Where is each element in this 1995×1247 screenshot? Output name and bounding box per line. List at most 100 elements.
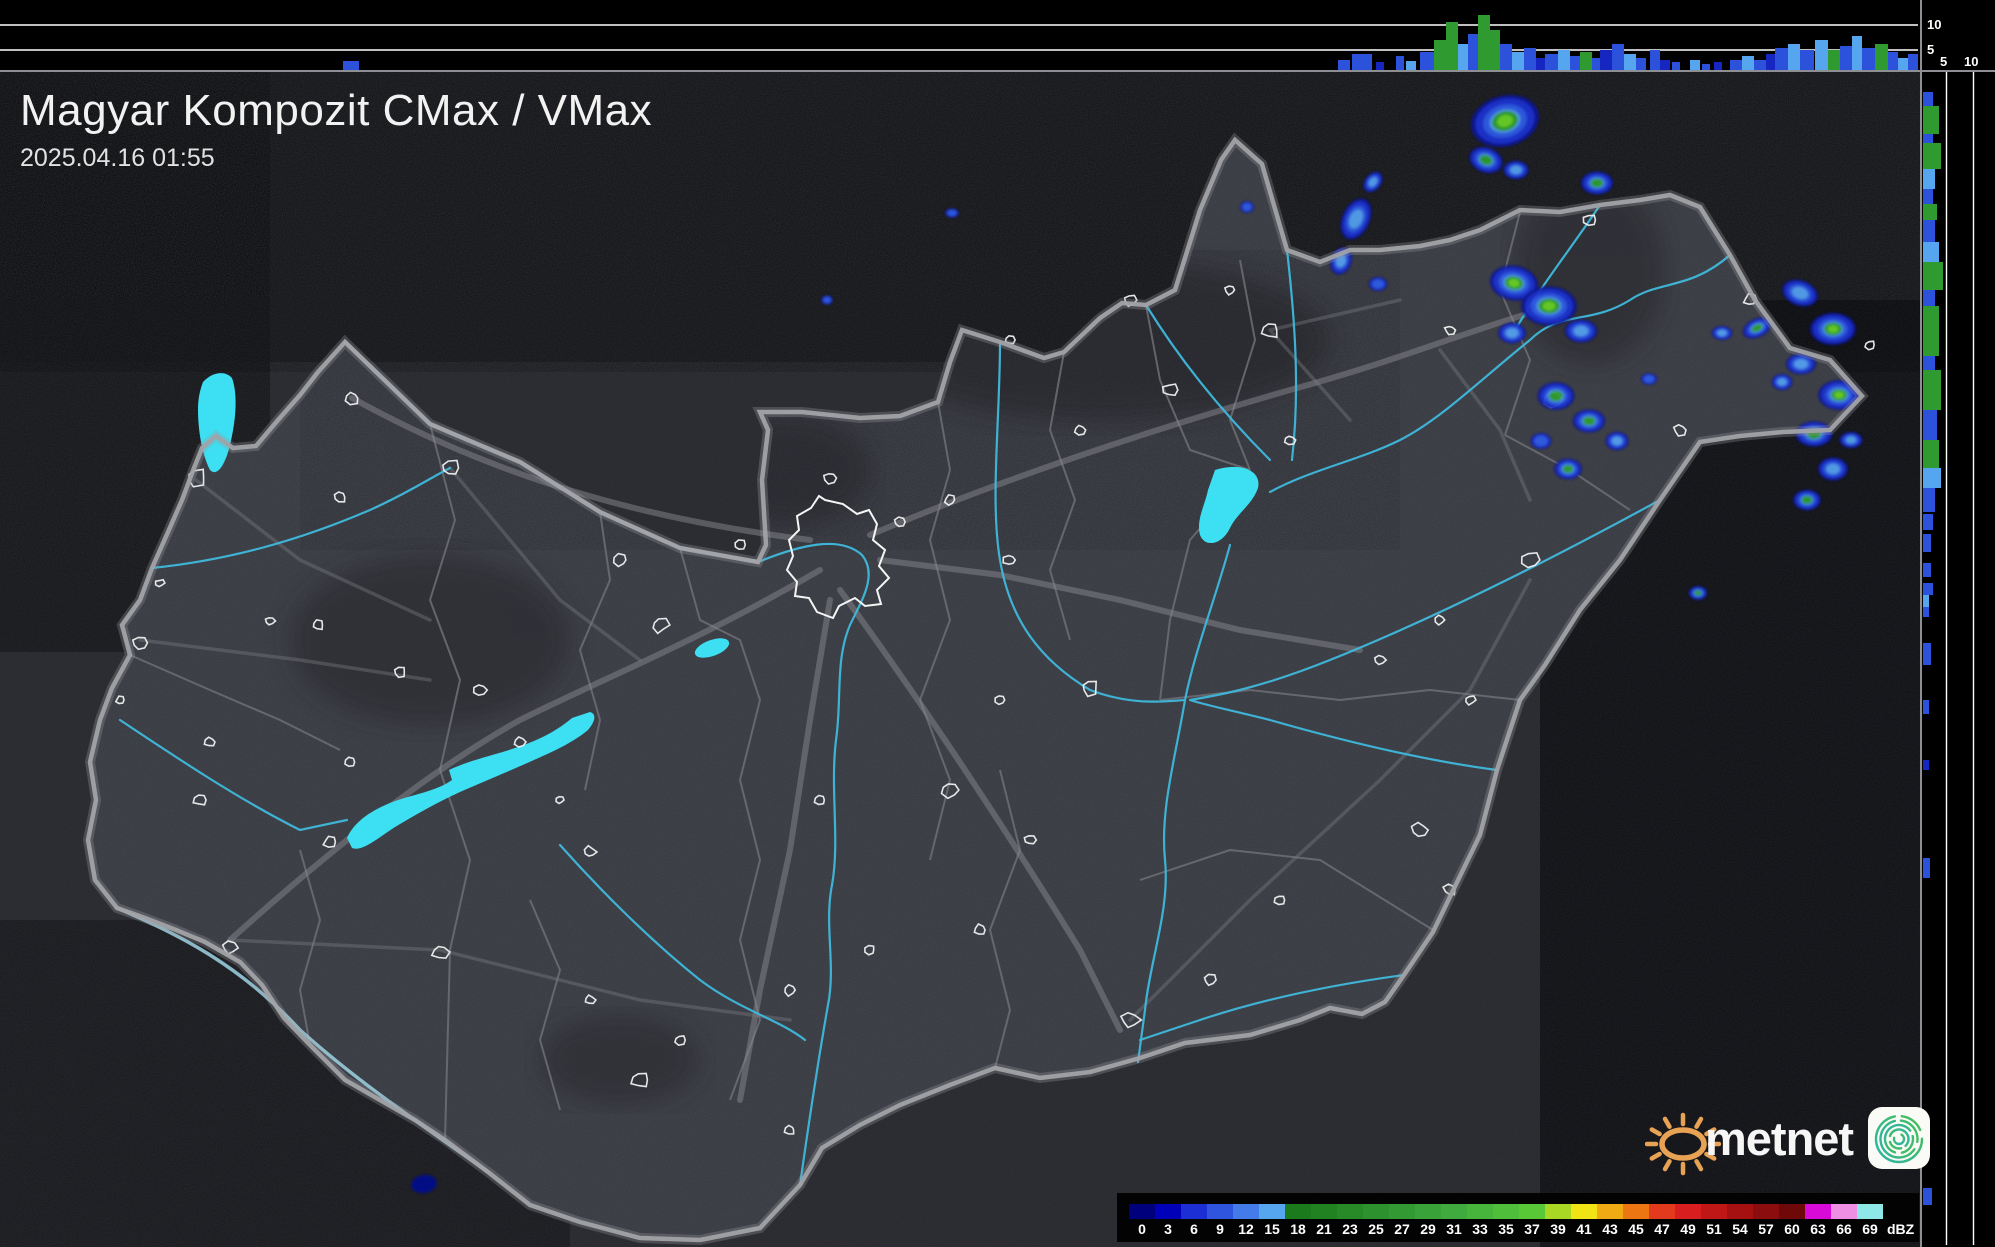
vmax-echo-bar <box>1923 106 1939 134</box>
vmax-top-panel <box>0 0 1920 72</box>
radar-echo-cell <box>1530 433 1552 449</box>
legend-swatch-18 <box>1285 1204 1311 1219</box>
legend-swatch-12 <box>1233 1204 1259 1219</box>
vmax-echo-bar <box>1923 440 1939 468</box>
legend-swatch-66 <box>1831 1204 1857 1219</box>
legend-tick-label: 29 <box>1420 1221 1436 1237</box>
legend-tick-label: 35 <box>1498 1221 1514 1237</box>
vmax-echo-bar <box>1923 468 1941 488</box>
legend-swatch-43 <box>1597 1204 1623 1219</box>
vmax-echo-bar <box>1660 60 1670 70</box>
vmax-echo-bar <box>1512 52 1524 70</box>
legend-swatch-31 <box>1441 1204 1467 1219</box>
legend-tick-label: 9 <box>1216 1221 1224 1237</box>
vmax-echo-bar <box>1458 44 1468 70</box>
legend-unit-label: dBZ <box>1887 1221 1915 1237</box>
legend-tick-label: 49 <box>1680 1221 1696 1237</box>
radar-echo-cell <box>821 295 833 305</box>
vmax-echo-bar <box>1352 54 1372 70</box>
vmax-echo-bar <box>1923 290 1935 306</box>
vmax-echo-bar <box>1702 64 1710 70</box>
legend-swatch-0 <box>1129 1204 1155 1219</box>
legend-tick-label: 31 <box>1446 1221 1462 1237</box>
right-axis-label-10: 10 <box>1964 54 1979 69</box>
legend-swatch-69 <box>1857 1204 1883 1219</box>
vmax-echo-bar <box>1923 488 1935 512</box>
legend-swatch-25 <box>1363 1204 1389 1219</box>
right-axis-label-5: 5 <box>1940 54 1948 69</box>
vmax-echo-bar <box>1923 134 1933 143</box>
legend-tick-label: 37 <box>1524 1221 1540 1237</box>
legend-tick-label: 0 <box>1138 1221 1146 1237</box>
legend-colorbar <box>1129 1204 1883 1219</box>
vmax-echo-bar <box>1636 58 1646 70</box>
timestamp: 2025.04.16 01:55 <box>20 144 215 172</box>
radar-echo-cell <box>1810 312 1856 346</box>
radar-echo-cell <box>1793 489 1821 511</box>
legend-swatch-47 <box>1649 1204 1675 1219</box>
vmax-echo-bar <box>1570 56 1580 70</box>
legend-swatch-15 <box>1259 1204 1285 1219</box>
top-axis-label-10: 10 <box>1927 17 1942 32</box>
vmax-echo-bar <box>1923 595 1929 607</box>
vmax-echo-bar <box>1742 56 1754 70</box>
radar-echo-cell <box>1839 432 1863 448</box>
vmax-echo-bar <box>1376 62 1384 70</box>
vmax-echo-bar <box>1396 56 1404 70</box>
vmax-echo-bar <box>1828 50 1840 70</box>
radar-echo-cell <box>1605 431 1629 451</box>
legend-swatch-9 <box>1207 1204 1233 1219</box>
legend-tick-label: 51 <box>1706 1221 1722 1237</box>
legend-tick-label: 39 <box>1550 1221 1566 1237</box>
vmax-echo-bar <box>1923 204 1937 220</box>
legend-tick-label: 18 <box>1290 1221 1306 1237</box>
vmax-echo-bar <box>1923 760 1929 770</box>
vmax-echo-bar <box>1852 36 1862 70</box>
vmax-right-echoes <box>1923 92 1943 1205</box>
radar-echo-cell <box>1368 277 1388 291</box>
vmax-echo-bar <box>1923 534 1931 552</box>
vmax-echo-bar <box>1923 262 1943 290</box>
vmax-echo-bar <box>1923 1188 1932 1205</box>
legend-swatch-54 <box>1727 1204 1753 1219</box>
legend-tick-label: 23 <box>1342 1221 1358 1237</box>
vmax-echo-bar <box>1754 60 1766 70</box>
legend-tick-label: 21 <box>1316 1221 1332 1237</box>
vmax-echo-bar <box>1592 58 1600 70</box>
radar-echo-cell <box>1503 160 1529 180</box>
vmax-echo-bar <box>1775 48 1788 70</box>
vmax-echo-bar <box>1923 242 1939 262</box>
vmax-echo-bar <box>1600 50 1612 70</box>
radar-echo-cell <box>1521 286 1577 326</box>
legend-tick-label: 63 <box>1810 1221 1826 1237</box>
radar-echo-cell <box>1572 409 1606 433</box>
vmax-echo-bar <box>1624 54 1636 70</box>
radar-echo-cell <box>1240 201 1254 213</box>
vmax-echo-bar <box>1478 15 1490 70</box>
vmax-echo-bar <box>1490 30 1500 70</box>
legend-swatch-33 <box>1467 1204 1493 1219</box>
legend-swatch-57 <box>1753 1204 1779 1219</box>
legend-tick-label: 47 <box>1654 1221 1670 1237</box>
vmax-echo-bar <box>1536 58 1545 70</box>
legend-tick-label: 69 <box>1862 1221 1878 1237</box>
vmax-echo-bar <box>1923 583 1933 595</box>
vmax-echo-bar <box>1468 34 1478 70</box>
legend-tick-label: 60 <box>1784 1221 1800 1237</box>
radar-echo-cell <box>1580 171 1614 195</box>
legend-tick-label: 12 <box>1238 1221 1254 1237</box>
vmax-echo-bar <box>1766 54 1775 70</box>
legend-tick-labels: dBZ 0 3 6 9 12 15 18 21 23 25 27 29 31 33 35 37 39 41 43 45… <box>1129 1221 1919 1239</box>
vmax-echo-bar <box>1923 643 1931 665</box>
vmax-echo-bar <box>1815 40 1828 70</box>
vmax-echo-bar <box>1923 700 1929 714</box>
vmax-echo-bar <box>1923 858 1930 878</box>
vmax-echo-bar <box>1923 607 1929 617</box>
legend-tick-label: 41 <box>1576 1221 1592 1237</box>
legend-swatch-6 <box>1181 1204 1207 1219</box>
vmax-echo-bar <box>1500 44 1512 70</box>
vmax-echo-bar <box>1898 58 1908 70</box>
vmax-echo-bar <box>1923 169 1935 189</box>
vmax-right-panel <box>1920 72 1995 1247</box>
legend-tick-label: 27 <box>1394 1221 1410 1237</box>
